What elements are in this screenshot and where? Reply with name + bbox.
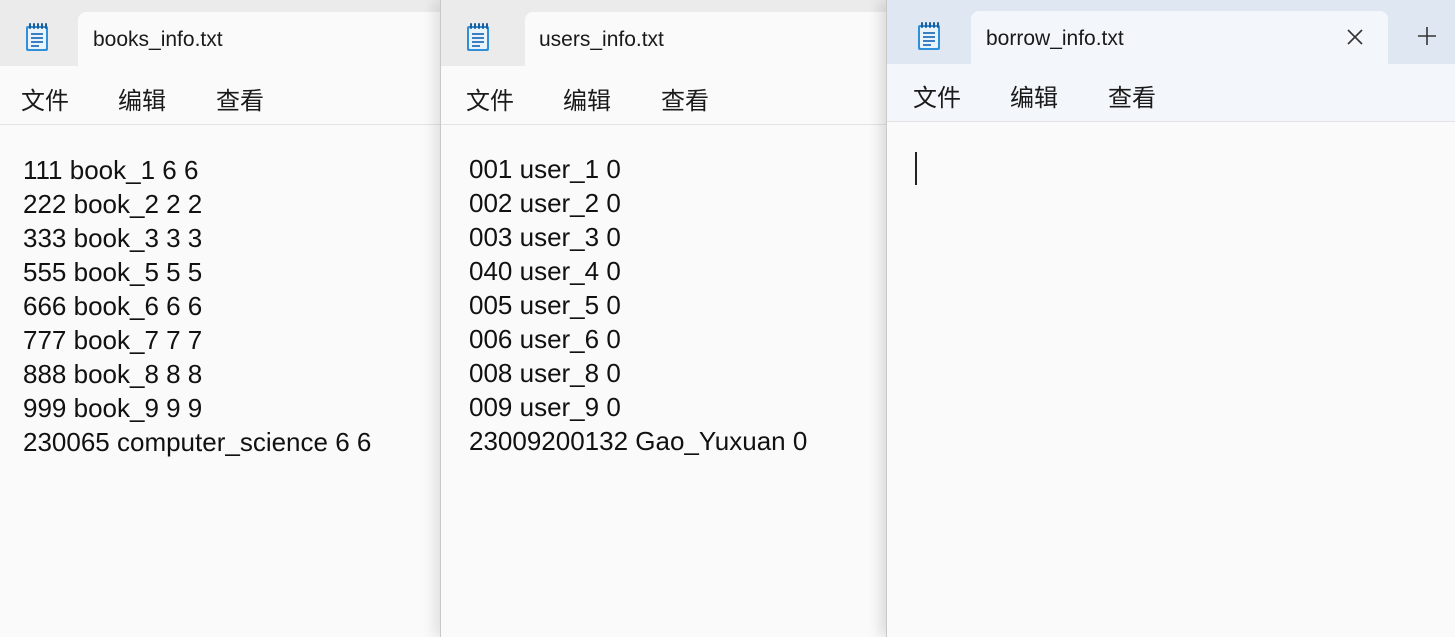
notepad-icon [24,22,50,52]
text-editor[interactable]: 001 user_1 0 002 user_2 0 003 user_3 0 0… [441,125,892,637]
text-line: 005 user_5 0 [469,290,621,320]
text-line: 006 user_6 0 [469,324,621,354]
menu-bar: 文件 编辑 查看 [887,64,1455,122]
text-line: 23009200132 Gao_Yuxuan 0 [469,426,808,456]
notepad-window-users: users_info.txt 文件 编辑 查看 001 user_1 0 002… [440,0,892,637]
menu-bar: 文件 编辑 查看 [0,66,445,125]
tab-bar: borrow_info.txt [887,0,1455,66]
tab-title: borrow_info.txt [986,27,1124,50]
menu-edit[interactable]: 编辑 [563,81,611,116]
text-line: 888 book_8 8 8 [23,359,203,389]
text-line: 008 user_8 0 [469,358,621,388]
text-line: 222 book_2 2 2 [23,189,203,219]
tab-title: users_info.txt [539,28,664,51]
text-line: 009 user_9 0 [469,392,621,422]
notepad-window-borrow: borrow_info.txt 文件 编辑 查看 [886,0,1455,637]
text-editor[interactable] [887,122,1455,637]
menu-file[interactable]: 文件 [21,81,69,116]
text-line: 002 user_2 0 [469,188,621,218]
menu-bar: 文件 编辑 查看 [441,66,892,125]
tab-bar: users_info.txt [441,0,892,68]
menu-view[interactable]: 查看 [661,81,709,116]
text-line: 333 book_3 3 3 [23,223,203,253]
text-line: 666 book_6 6 6 [23,291,203,321]
notepad-window-books: books_info.txt 文件 编辑 查看 111 book_1 6 6 2… [0,0,445,637]
menu-view[interactable]: 查看 [216,81,264,116]
menu-edit[interactable]: 编辑 [118,81,166,116]
close-icon[interactable] [1343,25,1367,49]
tab-books-info[interactable]: books_info.txt [78,12,445,68]
text-line: 040 user_4 0 [469,256,621,286]
tab-bar: books_info.txt [0,0,445,68]
menu-file[interactable]: 文件 [913,78,961,113]
text-line: 111 book_1 6 6 [23,155,199,185]
text-line: 001 user_1 0 [469,154,621,184]
tab-borrow-info[interactable]: borrow_info.txt [971,11,1388,66]
plus-icon[interactable] [1415,24,1439,48]
menu-view[interactable]: 查看 [1108,78,1156,113]
notepad-icon [916,21,942,51]
notepad-icon [465,22,491,52]
text-line: 230065 computer_science 6 6 [23,427,372,457]
text-line: 555 book_5 5 5 [23,257,203,287]
text-line: 003 user_3 0 [469,222,621,252]
menu-file[interactable]: 文件 [466,81,514,116]
text-editor[interactable]: 111 book_1 6 6 222 book_2 2 2 333 book_3… [0,125,445,637]
menu-edit[interactable]: 编辑 [1010,78,1058,113]
text-line: 777 book_7 7 7 [23,325,203,355]
text-caret [915,152,917,185]
tab-users-info[interactable]: users_info.txt [525,12,892,68]
text-line: 999 book_9 9 9 [23,393,203,423]
tab-title: books_info.txt [93,28,223,51]
